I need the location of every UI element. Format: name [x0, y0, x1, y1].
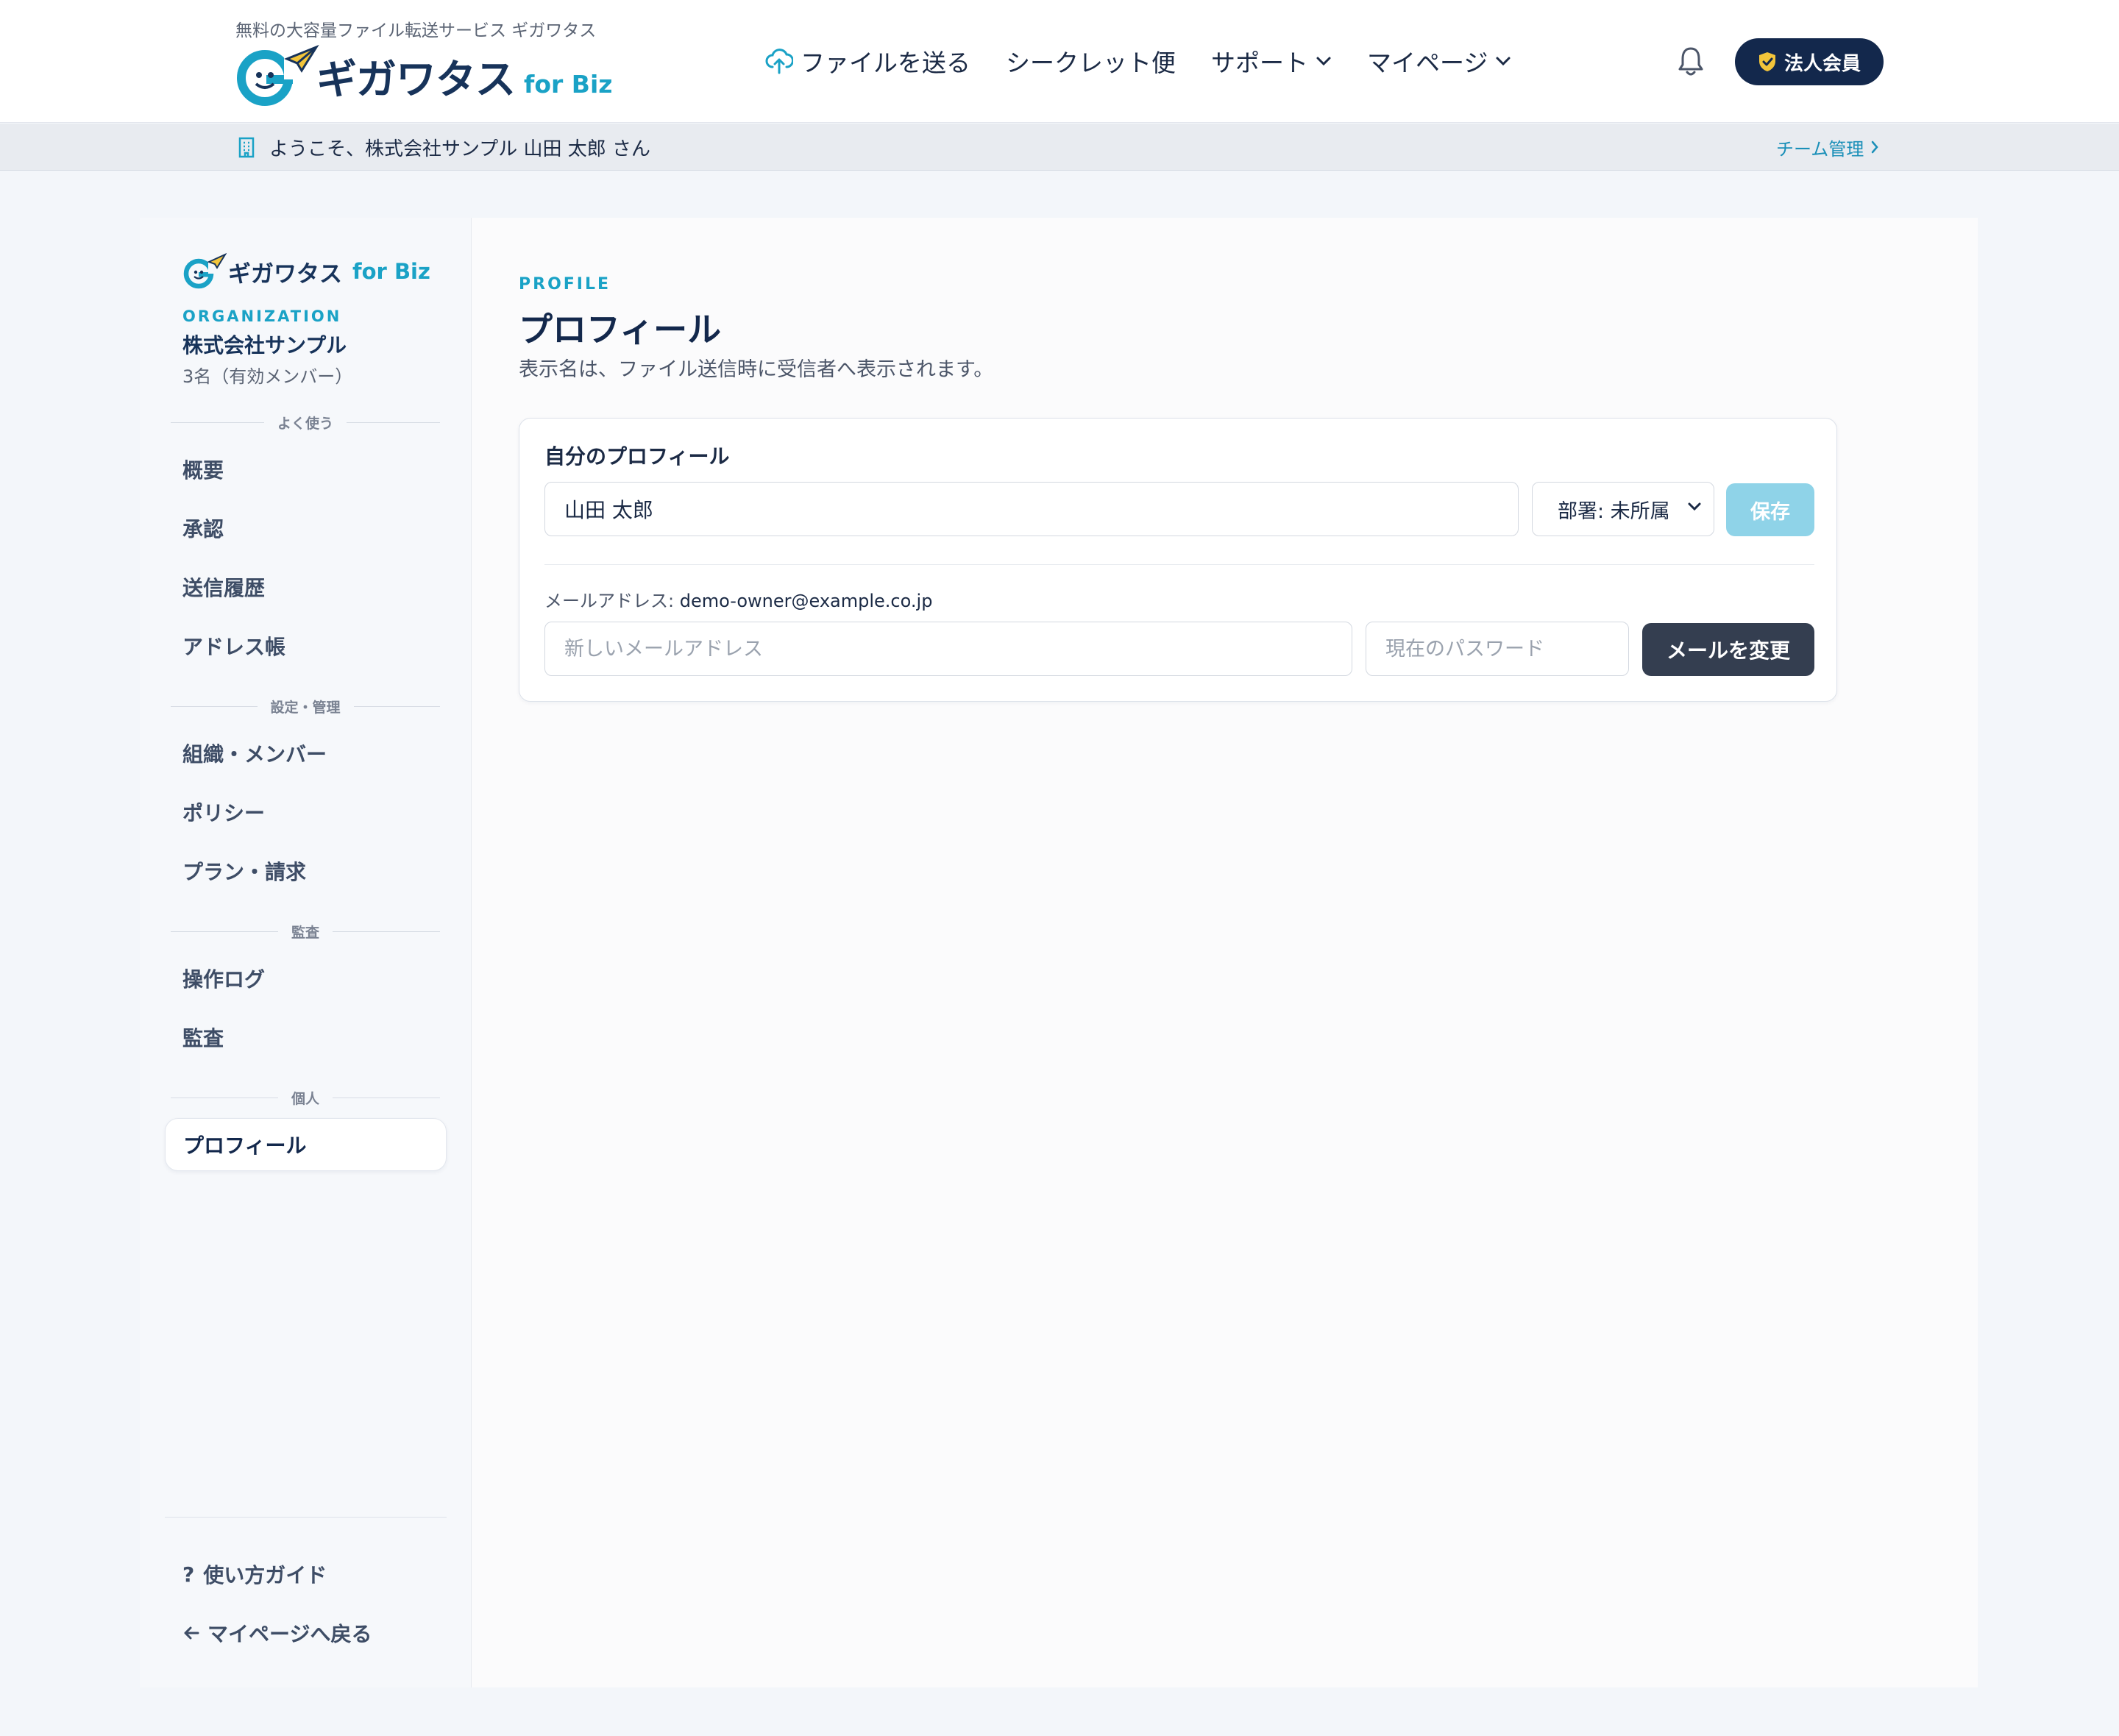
welcome-message: ようこそ、株式会社サンプル 山田 太郎 さん	[237, 124, 650, 171]
team-management-link[interactable]: チーム管理	[1776, 124, 1880, 171]
nav-secret-label: シークレット便	[1006, 49, 1176, 77]
chevron-down-icon	[1496, 57, 1511, 66]
corporate-member-label: 法人会員	[1783, 52, 1861, 75]
sidebar-item-policy[interactable]: ポリシー	[182, 793, 265, 831]
welcome-text: ようこそ、株式会社サンプル 山田 太郎 さん	[269, 138, 651, 160]
department-selected-value: 部署: 未所属	[1558, 499, 1670, 523]
nav-mypage[interactable]: マイページ	[1367, 43, 1511, 79]
sidebar-item-profile[interactable]: プロフィール	[165, 1118, 447, 1171]
sidebar-item-plan-billing[interactable]: プラン・請求	[182, 852, 306, 890]
sidebar-divider	[165, 1517, 447, 1518]
team-management-label: チーム管理	[1776, 138, 1864, 160]
section-frequent: よく使う	[171, 413, 440, 432]
back-label: マイページへ戻る	[207, 1622, 372, 1646]
current-password-input[interactable]	[1366, 622, 1629, 676]
corporate-member-badge[interactable]: 法人会員	[1735, 38, 1884, 85]
sidebar-logo[interactable]: ギガワタス for Biz	[182, 252, 430, 291]
organization-name: 株式会社サンプル	[182, 333, 347, 357]
current-email: メールアドレス: demo-owner@example.co.jp	[544, 586, 932, 612]
shield-check-icon	[1758, 52, 1775, 71]
section-settings-label: 設定・管理	[270, 699, 341, 716]
sidebar-logo-text: ギガワタス	[228, 260, 342, 288]
welcome-bar: ようこそ、株式会社サンプル 山田 太郎 さん チーム管理	[0, 124, 2119, 171]
department-select[interactable]: 部署: 未所属	[1532, 482, 1714, 536]
sidebar-item-org-members[interactable]: 組織・メンバー	[182, 734, 327, 772]
sidebar-back-link[interactable]: マイページへ戻る	[182, 1614, 372, 1652]
nav-support-label: サポート	[1211, 49, 1308, 77]
section-personal-label: 個人	[291, 1090, 320, 1107]
logo-biz: for Biz	[524, 69, 613, 99]
sidebar-item-operation-log[interactable]: 操作ログ	[182, 959, 265, 997]
gigawatas-logo-icon	[183, 252, 227, 289]
nav-send-files[interactable]: ファイルを送る	[765, 43, 970, 79]
section-frequent-label: よく使う	[277, 415, 334, 432]
arrow-left-icon	[184, 1626, 199, 1640]
organization-label: ORGANIZATION	[182, 307, 342, 325]
sidebar-item-history[interactable]: 送信履歴	[182, 568, 265, 606]
cloud-upload-icon	[765, 49, 793, 74]
header-logo[interactable]: ギガワタス for Biz	[234, 43, 612, 109]
nav-support[interactable]: サポート	[1211, 43, 1332, 79]
sidebar-item-overview[interactable]: 概要	[182, 450, 224, 488]
section-settings: 設定・管理	[171, 697, 440, 716]
section-audit-label: 監査	[291, 924, 320, 941]
card-title: 自分のプロフィール	[544, 444, 730, 469]
sidebar-guide-link[interactable]: ? 使い方ガイド	[182, 1555, 327, 1593]
nav-send-label: ファイルを送る	[801, 49, 970, 77]
sidebar-item-audit[interactable]: 監査	[182, 1018, 224, 1056]
section-audit: 監査	[171, 922, 440, 941]
logo-text: ギガワタス	[316, 56, 516, 103]
page-title: プロフィール	[519, 310, 722, 349]
chevron-down-icon	[1316, 57, 1331, 66]
bell-icon[interactable]	[1675, 44, 1706, 78]
main-nav: ファイルを送る シークレット便 サポート マイページ	[765, 37, 1547, 85]
main-content: PROFILE プロフィール 表示名は、ファイル送信時に受信者へ表示されます。 …	[471, 218, 1978, 1687]
guide-label: 使い方ガイド	[203, 1563, 327, 1587]
card-divider	[544, 564, 1814, 565]
sidebar-item-approval[interactable]: 承認	[182, 509, 224, 547]
building-icon	[238, 137, 255, 158]
sidebar-item-address-book[interactable]: アドレス帳	[182, 627, 285, 665]
nav-mypage-label: マイページ	[1367, 49, 1488, 77]
nav-secret[interactable]: シークレット便	[1006, 43, 1176, 79]
chevron-down-icon	[1688, 502, 1701, 511]
top-header: 無料の大容量ファイル転送サービス ギガワタス ギガワタス for Biz ファイ…	[0, 0, 2119, 123]
page-description: 表示名は、ファイル送信時に受信者へ表示されます。	[519, 358, 994, 381]
save-button[interactable]: 保存	[1726, 483, 1814, 536]
new-email-input[interactable]	[544, 622, 1352, 676]
question-icon: ?	[182, 1562, 195, 1587]
change-email-button[interactable]: メールを変更	[1642, 623, 1814, 676]
gigawatas-logo-icon	[237, 44, 319, 106]
member-count: 3名（有効メンバー）	[182, 366, 353, 387]
tagline: 無料の大容量ファイル転送サービス ギガワタス	[235, 21, 597, 40]
section-personal: 個人	[171, 1089, 440, 1107]
profile-card: 自分のプロフィール 部署: 未所属 保存 メールアドレス: demo-owner…	[519, 418, 1837, 702]
chevron-right-icon	[1872, 140, 1878, 154]
email-value: demo-owner@example.co.jp	[679, 591, 933, 611]
page-eyebrow: PROFILE	[519, 275, 611, 294]
display-name-input[interactable]	[544, 482, 1519, 536]
sidebar-logo-biz: for Biz	[352, 259, 430, 284]
email-label: メールアドレス:	[544, 591, 675, 611]
sidebar: ギガワタス for Biz ORGANIZATION 株式会社サンプル 3名（有…	[140, 218, 471, 1687]
